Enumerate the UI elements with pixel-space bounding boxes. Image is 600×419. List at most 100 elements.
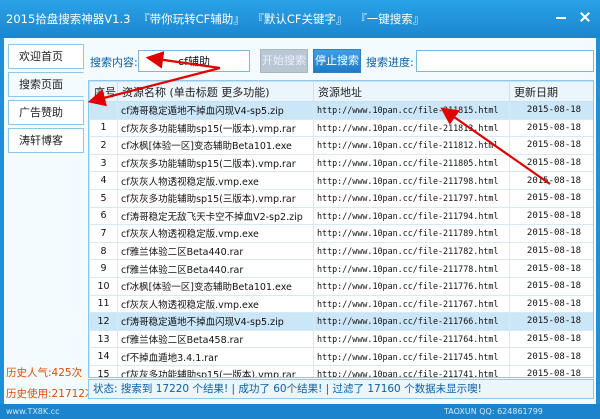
table-row[interactable]: 9 cf雅兰体验二区Beta440.rar http://www.10pan.cc/… (89, 259, 593, 278)
cell-date: 2015-08-18 (509, 224, 593, 243)
cell-name: cf涛哥稳定无敌飞天卡空不掉血V2-sp2.zip (117, 206, 314, 226)
cell-number: 15 (89, 364, 118, 377)
title-tag-onekey: 『一键搜索』 (355, 12, 425, 26)
table-row[interactable]: 7 cf灰灰人物透视稳定版.vmp.exe http://www.10pan.cc/… (89, 224, 593, 243)
cell-date: 2015-08-18 (509, 347, 593, 366)
cell-name: cf灰灰人物透视稳定版.vmp.exe (117, 224, 314, 243)
table-row[interactable]: 11 cf灰灰人物透视稳定版.vmp.exe http://www.10pan.cc… (89, 294, 593, 314)
column-header-name[interactable]: 资源名称 (单击标题 更多功能) (117, 81, 314, 102)
history-views: 历史人气:425次 (6, 367, 83, 379)
cell-number: 4 (89, 171, 118, 190)
cell-name: cf灰灰人物透视稳定版.vmp.exe (117, 171, 314, 190)
table-row[interactable]: 3 cf灰灰多功能辅助sp15(二版本).vmp.rar http://www.10… (89, 153, 593, 173)
status-bar: 状态: 搜索到 17220 个结果! | 成功了 60个结果! | 过滤了 17… (88, 379, 594, 399)
cell-name: cf灰灰多功能辅助sp15(三版本).vmp.rar (117, 188, 314, 208)
cell-url: http://www.10pan.cc/file-211745.html (313, 347, 510, 366)
start-search-button[interactable]: 开始搜索 (260, 49, 308, 73)
cell-number: 11 (89, 294, 118, 314)
cell-name: cf涛哥稳定遁地不掉血闪现V4-sp5.zip (117, 312, 314, 331)
cell-url: http://www.10pan.cc/file-211798.html (313, 171, 510, 190)
table-row[interactable]: 12 cf涛哥稳定遁地不掉血闪现V4-sp5.zip http://www.10pa… (89, 312, 593, 331)
search-label: 搜索内容: (90, 56, 138, 69)
footer-contact: TAOXUN QQ: 624861799 (444, 407, 543, 416)
table-row[interactable]: 5 cf灰灰多功能辅助sp15(三版本).vmp.rar http://www.10… (89, 188, 593, 208)
table-header-row: 序号 资源名称 (单击标题 更多功能) 资源地址 更新日期 (89, 81, 593, 102)
cell-url: http://www.10pan.cc/file-211815.html (313, 101, 510, 120)
column-header-number[interactable]: 序号 (89, 81, 118, 102)
cell-number: 9 (89, 259, 118, 278)
cell-date: 2015-08-18 (509, 171, 593, 190)
cell-number (89, 101, 118, 120)
close-button[interactable] (574, 7, 596, 27)
table-row[interactable]: 8 cf雅兰体验二区Beta440.rar http://www.10pan.cc/… (89, 241, 593, 261)
cell-url: http://www.10pan.cc/file-211764.html (313, 329, 510, 349)
cell-date: 2015-08-18 (509, 329, 593, 349)
cell-number: 7 (89, 224, 118, 243)
stop-search-button[interactable]: 停止搜索 (313, 49, 361, 73)
table-row[interactable]: 10 cf冰枫[体验一区]变态辅助Beta101.exe http://www.10… (89, 276, 593, 296)
cell-url: http://www.10pan.cc/file-211782.html (313, 241, 510, 261)
cell-url: http://www.10pan.cc/file-211813.html (313, 118, 510, 138)
footer-site: www.TX8K.cc (6, 407, 60, 416)
search-progress-bar (416, 50, 594, 72)
cell-name: cf不掉血遁地3.4.1.rar (117, 347, 314, 366)
title-tag-cf: 『带你玩转CF辅助』 (138, 12, 245, 26)
cell-name: cf冰枫[体验一区]变态辅助Beta101.exe (117, 136, 314, 155)
cell-date: 2015-08-18 (509, 136, 593, 155)
table-row[interactable]: 2 cf冰枫[体验一区]变态辅助Beta101.exe http://www.10p… (89, 136, 593, 155)
sidebar-item-welcome[interactable]: 欢迎首页 (8, 44, 84, 69)
results-table[interactable]: 序号 资源名称 (单击标题 更多功能) 资源地址 更新日期 cf涛哥稳定遁地不掉… (88, 80, 594, 378)
history-usage: 历史使用:21712次 (6, 388, 96, 400)
cell-date: 2015-08-18 (509, 188, 593, 208)
cell-name: cf灰灰多功能辅助sp15(一版本).vmp.rar (117, 118, 314, 138)
cell-name: cf雅兰体验二区Beta440.rar (117, 259, 314, 278)
history-stats: 历史人气:425次 历史使用:21712次 (6, 363, 95, 405)
title-tag-keyword: 『默认CF关键字』 (252, 12, 348, 26)
search-bar: 搜索内容: 开始搜索 停止搜索 搜索进度: (88, 48, 596, 74)
window-title: 2015拾盘搜索神器V1.3 『带你玩转CF辅助』 『默认CF关键字』 『一键搜… (6, 11, 428, 27)
cell-number: 2 (89, 136, 118, 155)
minimize-button[interactable] (550, 7, 572, 27)
cell-date: 2015-08-18 (509, 101, 593, 120)
table-row[interactable]: 4 cf灰灰人物透视稳定版.vmp.exe http://www.10pan.cc/… (89, 171, 593, 190)
cell-url: http://www.10pan.cc/file-211778.html (313, 259, 510, 278)
cell-name: cf雅兰体验二区Beta440.rar (117, 241, 314, 261)
column-header-date[interactable]: 更新日期 (509, 81, 593, 102)
title-bar: 2015拾盘搜索神器V1.3 『带你玩转CF辅助』 『默认CF关键字』 『一键搜… (0, 0, 600, 38)
cell-number: 5 (89, 188, 118, 208)
cell-date: 2015-08-18 (509, 118, 593, 138)
search-input[interactable] (138, 50, 250, 72)
table-row[interactable]: 1 cf灰灰多功能辅助sp15(一版本).vmp.rar http://www.10… (89, 118, 593, 138)
cell-name: cf灰灰多功能辅助sp15(二版本).vmp.rar (117, 153, 314, 173)
cell-url: http://www.10pan.cc/file-211812.html (313, 136, 510, 155)
cell-number: 1 (89, 118, 118, 138)
cell-date: 2015-08-18 (509, 364, 593, 377)
footer: www.TX8K.cc TAOXUN QQ: 624861799 (0, 404, 600, 419)
table-row[interactable]: 14 cf不掉血遁地3.4.1.rar http://www.10pan.cc/fi… (89, 347, 593, 366)
cell-date: 2015-08-18 (509, 259, 593, 278)
sidebar-item-blog[interactable]: 涛轩博客 (8, 128, 84, 153)
main-panel: 欢迎首页 搜索页面 广告赞助 涛轩博客 历史人气:425次 历史使用:21712… (4, 38, 596, 404)
cell-date: 2015-08-18 (509, 153, 593, 173)
cell-url: http://www.10pan.cc/file-211766.html (313, 312, 510, 331)
cell-name: cf雅兰体验二区Beta458.rar (117, 329, 314, 349)
table-row[interactable]: 15 cf灰灰多功能辅助sp15(一版本).vmp.rar http://www.1… (89, 364, 593, 377)
cell-url: http://www.10pan.cc/file-211794.html (313, 206, 510, 226)
cell-name: cf灰灰多功能辅助sp15(一版本).vmp.rar (117, 364, 314, 377)
cell-url: http://www.10pan.cc/file-211805.html (313, 153, 510, 173)
table-row[interactable]: 6 cf涛哥稳定无敌飞天卡空不掉血V2-sp2.zip http://www.10p… (89, 206, 593, 226)
cell-number: 8 (89, 241, 118, 261)
cell-url: http://www.10pan.cc/file-211767.html (313, 294, 510, 314)
cell-number: 14 (89, 347, 118, 366)
sidebar-item-search[interactable]: 搜索页面 (8, 72, 84, 97)
progress-label: 搜索进度: (366, 56, 414, 69)
table-row[interactable]: 13 cf雅兰体验二区Beta458.rar http://www.10pan.cc… (89, 329, 593, 349)
sidebar: 欢迎首页 搜索页面 广告赞助 涛轩博客 (8, 44, 86, 156)
cell-name: cf涛哥稳定遁地不掉血闪现V4-sp5.zip (117, 101, 314, 120)
table-row[interactable]: cf涛哥稳定遁地不掉血闪现V4-sp5.zip http://www.10pan.… (89, 101, 593, 120)
cell-number: 3 (89, 153, 118, 173)
title-app-name: 2015拾盘搜索神器V1.3 (6, 12, 131, 26)
sidebar-item-sponsor[interactable]: 广告赞助 (8, 100, 84, 125)
cell-date: 2015-08-18 (509, 276, 593, 296)
column-header-url[interactable]: 资源地址 (313, 81, 510, 102)
